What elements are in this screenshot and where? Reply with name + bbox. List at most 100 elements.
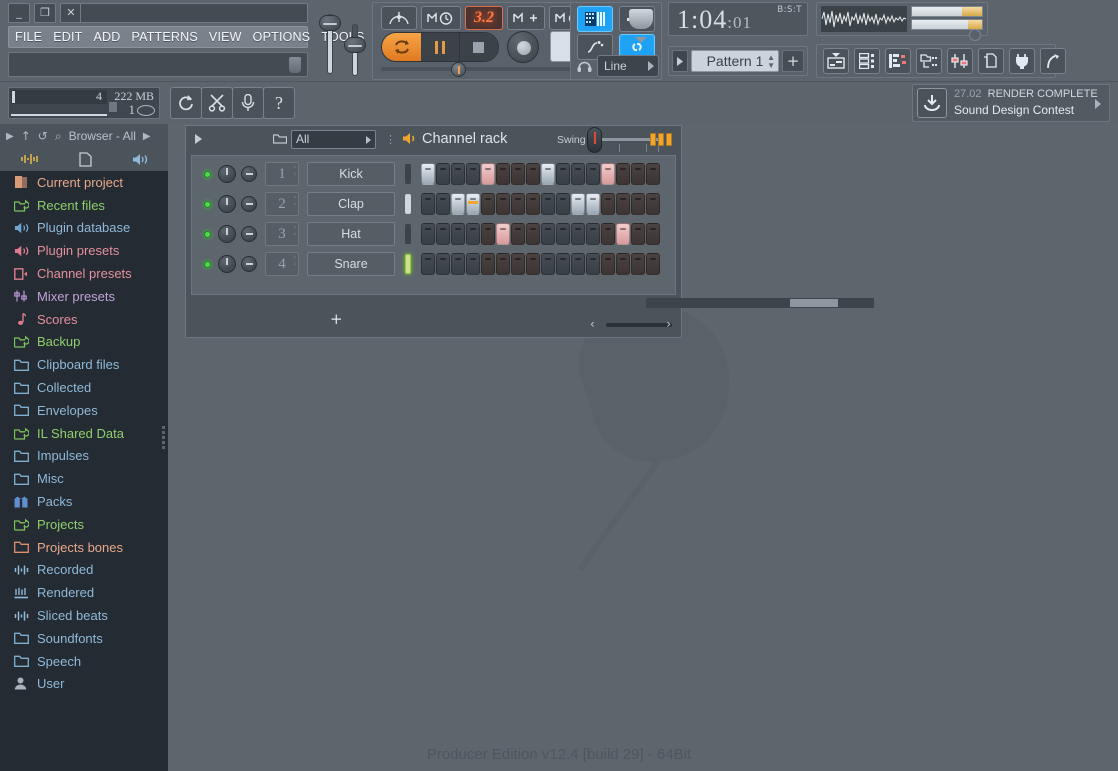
menu-item-view[interactable]: VIEW <box>209 30 242 44</box>
browser-item-channel-presets[interactable]: Channel presets <box>0 262 161 285</box>
step-button[interactable] <box>646 193 660 215</box>
channel-rack-menu-icon[interactable] <box>195 134 202 144</box>
browser-search-icon[interactable]: ⌕ <box>55 129 62 144</box>
browser-back-icon[interactable]: ↺ <box>38 129 48 143</box>
step-button[interactable] <box>481 253 495 275</box>
browser-item-plugin-presets[interactable]: Plugin presets <box>0 239 161 262</box>
channel-filter-select[interactable]: All <box>291 130 376 149</box>
wave-icon[interactable] <box>20 153 40 165</box>
step-button[interactable] <box>571 163 585 185</box>
chevron-down-icon[interactable] <box>635 37 647 43</box>
piano-roll-icon[interactable] <box>885 48 911 74</box>
step-button[interactable] <box>541 193 555 215</box>
channel-enable-led[interactable] <box>204 231 211 238</box>
song-icon[interactable] <box>1040 48 1066 74</box>
step-button[interactable] <box>451 163 465 185</box>
plugin-icon[interactable] <box>1009 48 1035 74</box>
step-button[interactable] <box>616 253 630 275</box>
channel-name-button[interactable]: Clap <box>307 192 395 216</box>
step-button[interactable] <box>541 223 555 245</box>
step-button[interactable] <box>586 223 600 245</box>
menu-item-add[interactable]: ADD <box>93 30 120 44</box>
step-button[interactable] <box>436 163 450 185</box>
render-status-panel[interactable]: 27.02 RENDER COMPLETE Sound Design Conte… <box>912 84 1110 122</box>
scroll-left-icon[interactable]: ‹ <box>590 317 595 331</box>
drag-handle-icon[interactable]: ⋮ <box>385 133 397 146</box>
channel-pan-knob[interactable] <box>218 195 236 213</box>
browser-item-sliced-beats[interactable]: Sliced beats <box>0 604 161 627</box>
channel-name-button[interactable]: Kick <box>307 162 395 186</box>
minimize-button[interactable]: _ <box>8 3 30 23</box>
add-channel-button[interactable]: + <box>330 310 343 328</box>
step-button[interactable] <box>571 223 585 245</box>
master-pitch-knob[interactable] <box>628 9 654 35</box>
browser-item-clipboard-files[interactable]: Clipboard files <box>0 353 161 376</box>
pattern-spinner-icon[interactable]: ▲▼ <box>767 54 775 70</box>
menu-item-edit[interactable]: EDIT <box>53 30 82 44</box>
horizontal-scroll-thumb[interactable] <box>790 299 838 307</box>
channel-number[interactable]: 1›‹ <box>265 162 299 186</box>
step-button[interactable] <box>556 253 570 275</box>
browser-icon[interactable] <box>916 48 942 74</box>
channel-enable-led[interactable] <box>204 261 211 268</box>
step-button[interactable] <box>466 163 480 185</box>
browser-item-plugin-database[interactable]: Plugin database <box>0 217 161 240</box>
channel-volume-knob[interactable] <box>241 166 257 182</box>
chevron-right-icon[interactable] <box>1095 99 1101 109</box>
plugin-picker-icon[interactable] <box>978 48 1004 74</box>
channel-number[interactable]: 3›‹ <box>265 222 299 246</box>
step-button[interactable] <box>451 253 465 275</box>
mixer-icon[interactable] <box>947 48 973 74</box>
channel-number[interactable]: 4›‹ <box>265 252 299 276</box>
channel-name-button[interactable]: Snare <box>307 252 395 276</box>
step-button[interactable] <box>556 223 570 245</box>
step-button[interactable] <box>421 253 435 275</box>
channel-number-spinner[interactable]: ›‹ <box>294 254 296 268</box>
browser-scrollbar[interactable] <box>161 424 166 450</box>
step-button[interactable] <box>616 223 630 245</box>
step-button[interactable] <box>481 163 495 185</box>
channel-pan-knob[interactable] <box>218 255 236 273</box>
channel-selector-bar[interactable] <box>405 224 411 244</box>
horizontal-scroll-track[interactable] <box>646 298 874 308</box>
step-button[interactable] <box>586 163 600 185</box>
step-button[interactable] <box>511 223 525 245</box>
step-button[interactable] <box>466 253 480 275</box>
step-button[interactable] <box>541 163 555 185</box>
meter-knob-icon[interactable] <box>969 29 981 41</box>
browser-item-projects-bones[interactable]: Projects bones <box>0 536 161 559</box>
step-button[interactable] <box>436 193 450 215</box>
pattern-name-field[interactable]: Pattern 1 ▲▼ <box>691 50 779 72</box>
browser-item-packs[interactable]: Packs <box>0 490 161 513</box>
step-button[interactable] <box>616 193 630 215</box>
channel-selector-bar[interactable] <box>405 194 411 214</box>
refresh-icon[interactable] <box>170 87 202 119</box>
master-volume-handle[interactable] <box>319 15 341 31</box>
browser-item-rendered[interactable]: Rendered <box>0 581 161 604</box>
browser-item-collected[interactable]: Collected <box>0 376 161 399</box>
browser-item-speech[interactable]: Speech <box>0 650 161 673</box>
menu-item-patterns[interactable]: PATTERNS <box>131 30 197 44</box>
browser-item-impulses[interactable]: Impulses <box>0 445 161 468</box>
step-button[interactable] <box>556 163 570 185</box>
pause-button[interactable] <box>421 33 459 61</box>
step-button[interactable] <box>421 193 435 215</box>
step-button[interactable] <box>526 163 540 185</box>
step-button[interactable] <box>616 163 630 185</box>
time-signature-button[interactable]: 3.2 <box>465 6 503 30</box>
speaker-icon[interactable] <box>132 153 148 166</box>
stop-button[interactable] <box>460 33 498 61</box>
step-button[interactable] <box>481 193 495 215</box>
step-button[interactable] <box>586 253 600 275</box>
page-icon[interactable] <box>79 152 93 167</box>
channel-number[interactable]: 2›‹ <box>265 192 299 216</box>
output-device-select[interactable]: Line <box>597 55 659 77</box>
step-button[interactable] <box>631 223 645 245</box>
channel-selector-bar[interactable] <box>405 164 411 184</box>
step-button[interactable] <box>496 163 510 185</box>
close-button[interactable]: ✕ <box>60 3 82 23</box>
channel-number-spinner[interactable]: ›‹ <box>294 194 296 208</box>
channel-number-spinner[interactable]: ›‹ <box>294 224 296 238</box>
browser-item-recorded[interactable]: Recorded <box>0 559 161 582</box>
channel-enable-led[interactable] <box>204 171 211 178</box>
